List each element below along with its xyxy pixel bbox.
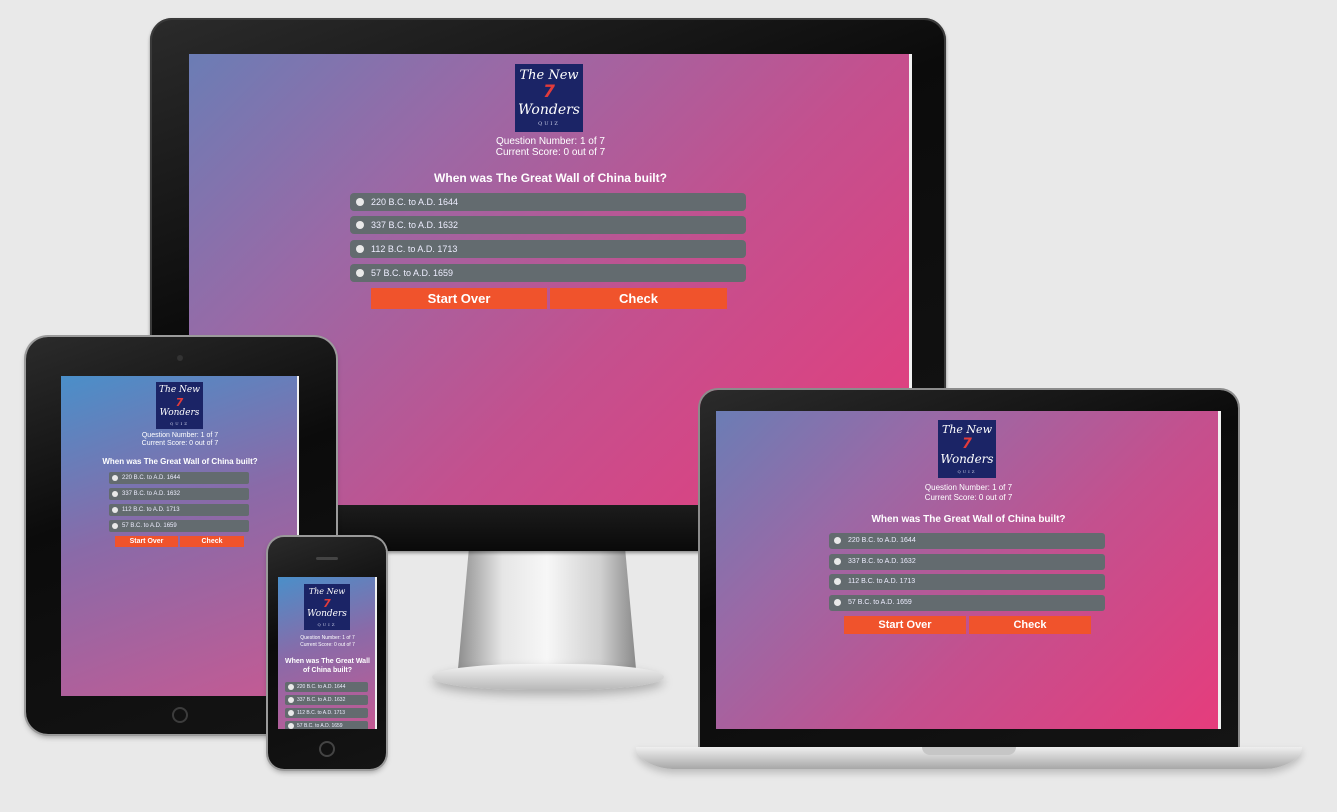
radio-button[interactable]: [834, 599, 841, 606]
start-over-button[interactable]: Start Over: [115, 536, 178, 547]
radio-button[interactable]: [834, 578, 841, 585]
answer-option[interactable]: 57 B.C. to A.D. 1659: [829, 595, 1105, 611]
phone-screen: The New 7 Wonders QUIZ Question Number: …: [278, 577, 377, 729]
question-text-line-1: When was The Great Wall: [285, 658, 370, 665]
answer-option[interactable]: 112 B.C. to A.D. 1713: [829, 574, 1105, 590]
phone-speaker: [316, 557, 338, 560]
question-text: When was The Great Wall of China built?: [434, 171, 667, 185]
question-number: Question Number: 1 of 7: [300, 635, 355, 641]
quiz-logo: The New 7 Wonders QUIZ: [938, 420, 996, 478]
radio-button[interactable]: [356, 269, 364, 277]
answer-option[interactable]: 337 B.C. to A.D. 1632: [109, 488, 249, 500]
quiz-logo: The New 7 Wonders QUIZ: [156, 382, 203, 429]
answer-option[interactable]: 220 B.C. to A.D. 1644: [829, 533, 1105, 549]
question-text: When was The Great Wall of China built?: [871, 514, 1066, 525]
scrollbar[interactable]: [1218, 411, 1221, 729]
tablet-home-button[interactable]: [172, 707, 188, 723]
radio-button[interactable]: [288, 710, 294, 716]
current-score: Current Score: 0 out of 7: [300, 642, 355, 648]
answer-option[interactable]: 220 B.C. to A.D. 1644: [350, 193, 746, 211]
question-number: Question Number: 1 of 7: [141, 432, 219, 439]
laptop-notch: [922, 747, 1016, 755]
check-button[interactable]: Check: [180, 536, 244, 547]
answer-option[interactable]: 220 B.C. to A.D. 1644: [109, 472, 249, 484]
question-number: Question Number: 1 of 7: [496, 136, 605, 147]
radio-button[interactable]: [288, 723, 294, 729]
answer-option[interactable]: 57 B.C. to A.D. 1659: [109, 520, 249, 532]
laptop-screen: The New 7 Wonders QUIZ Question Number: …: [716, 411, 1221, 729]
answer-option[interactable]: 337 B.C. to A.D. 1632: [829, 554, 1105, 570]
answer-option[interactable]: 112 B.C. to A.D. 1713: [285, 708, 368, 718]
quiz-logo: The New 7 Wonders QUIZ: [515, 64, 583, 132]
current-score: Current Score: 0 out of 7: [924, 493, 1013, 502]
answer-option[interactable]: 112 B.C. to A.D. 1713: [109, 504, 249, 516]
current-score: Current Score: 0 out of 7: [141, 440, 219, 447]
radio-button[interactable]: [834, 537, 841, 544]
quiz-logo: The New 7 Wonders QUIZ: [304, 584, 350, 630]
answer-option[interactable]: 57 B.C. to A.D. 1659: [285, 721, 368, 729]
check-button[interactable]: Check: [969, 616, 1091, 634]
answer-option[interactable]: 112 B.C. to A.D. 1713: [350, 240, 746, 258]
answer-option[interactable]: 337 B.C. to A.D. 1632: [285, 695, 368, 705]
radio-button[interactable]: [112, 491, 118, 497]
answer-option[interactable]: 57 B.C. to A.D. 1659: [350, 264, 746, 282]
start-over-button[interactable]: Start Over: [371, 288, 547, 309]
radio-button[interactable]: [356, 221, 364, 229]
current-score: Current Score: 0 out of 7: [495, 147, 606, 158]
start-over-button[interactable]: Start Over: [844, 616, 966, 634]
question-number: Question Number: 1 of 7: [924, 483, 1013, 492]
radio-button[interactable]: [288, 684, 294, 690]
radio-button[interactable]: [834, 558, 841, 565]
tablet-screen: The New 7 Wonders QUIZ Question Number: …: [61, 376, 299, 696]
monitor-stand-base: [432, 664, 664, 690]
phone-home-button[interactable]: [319, 741, 335, 757]
tablet-camera: [177, 355, 183, 361]
answer-option[interactable]: 337 B.C. to A.D. 1632: [350, 216, 746, 234]
radio-button[interactable]: [288, 697, 294, 703]
answer-option[interactable]: 220 B.C. to A.D. 1644: [285, 682, 368, 692]
check-button[interactable]: Check: [550, 288, 727, 309]
radio-button[interactable]: [356, 245, 364, 253]
scrollbar[interactable]: [375, 577, 377, 729]
radio-button[interactable]: [112, 507, 118, 513]
question-text-line-2: of China built?: [303, 667, 352, 674]
radio-button[interactable]: [356, 198, 364, 206]
question-text: When was The Great Wall of China built?: [102, 457, 258, 466]
radio-button[interactable]: [112, 523, 118, 529]
radio-button[interactable]: [112, 475, 118, 481]
monitor-stand-neck: [458, 551, 636, 669]
